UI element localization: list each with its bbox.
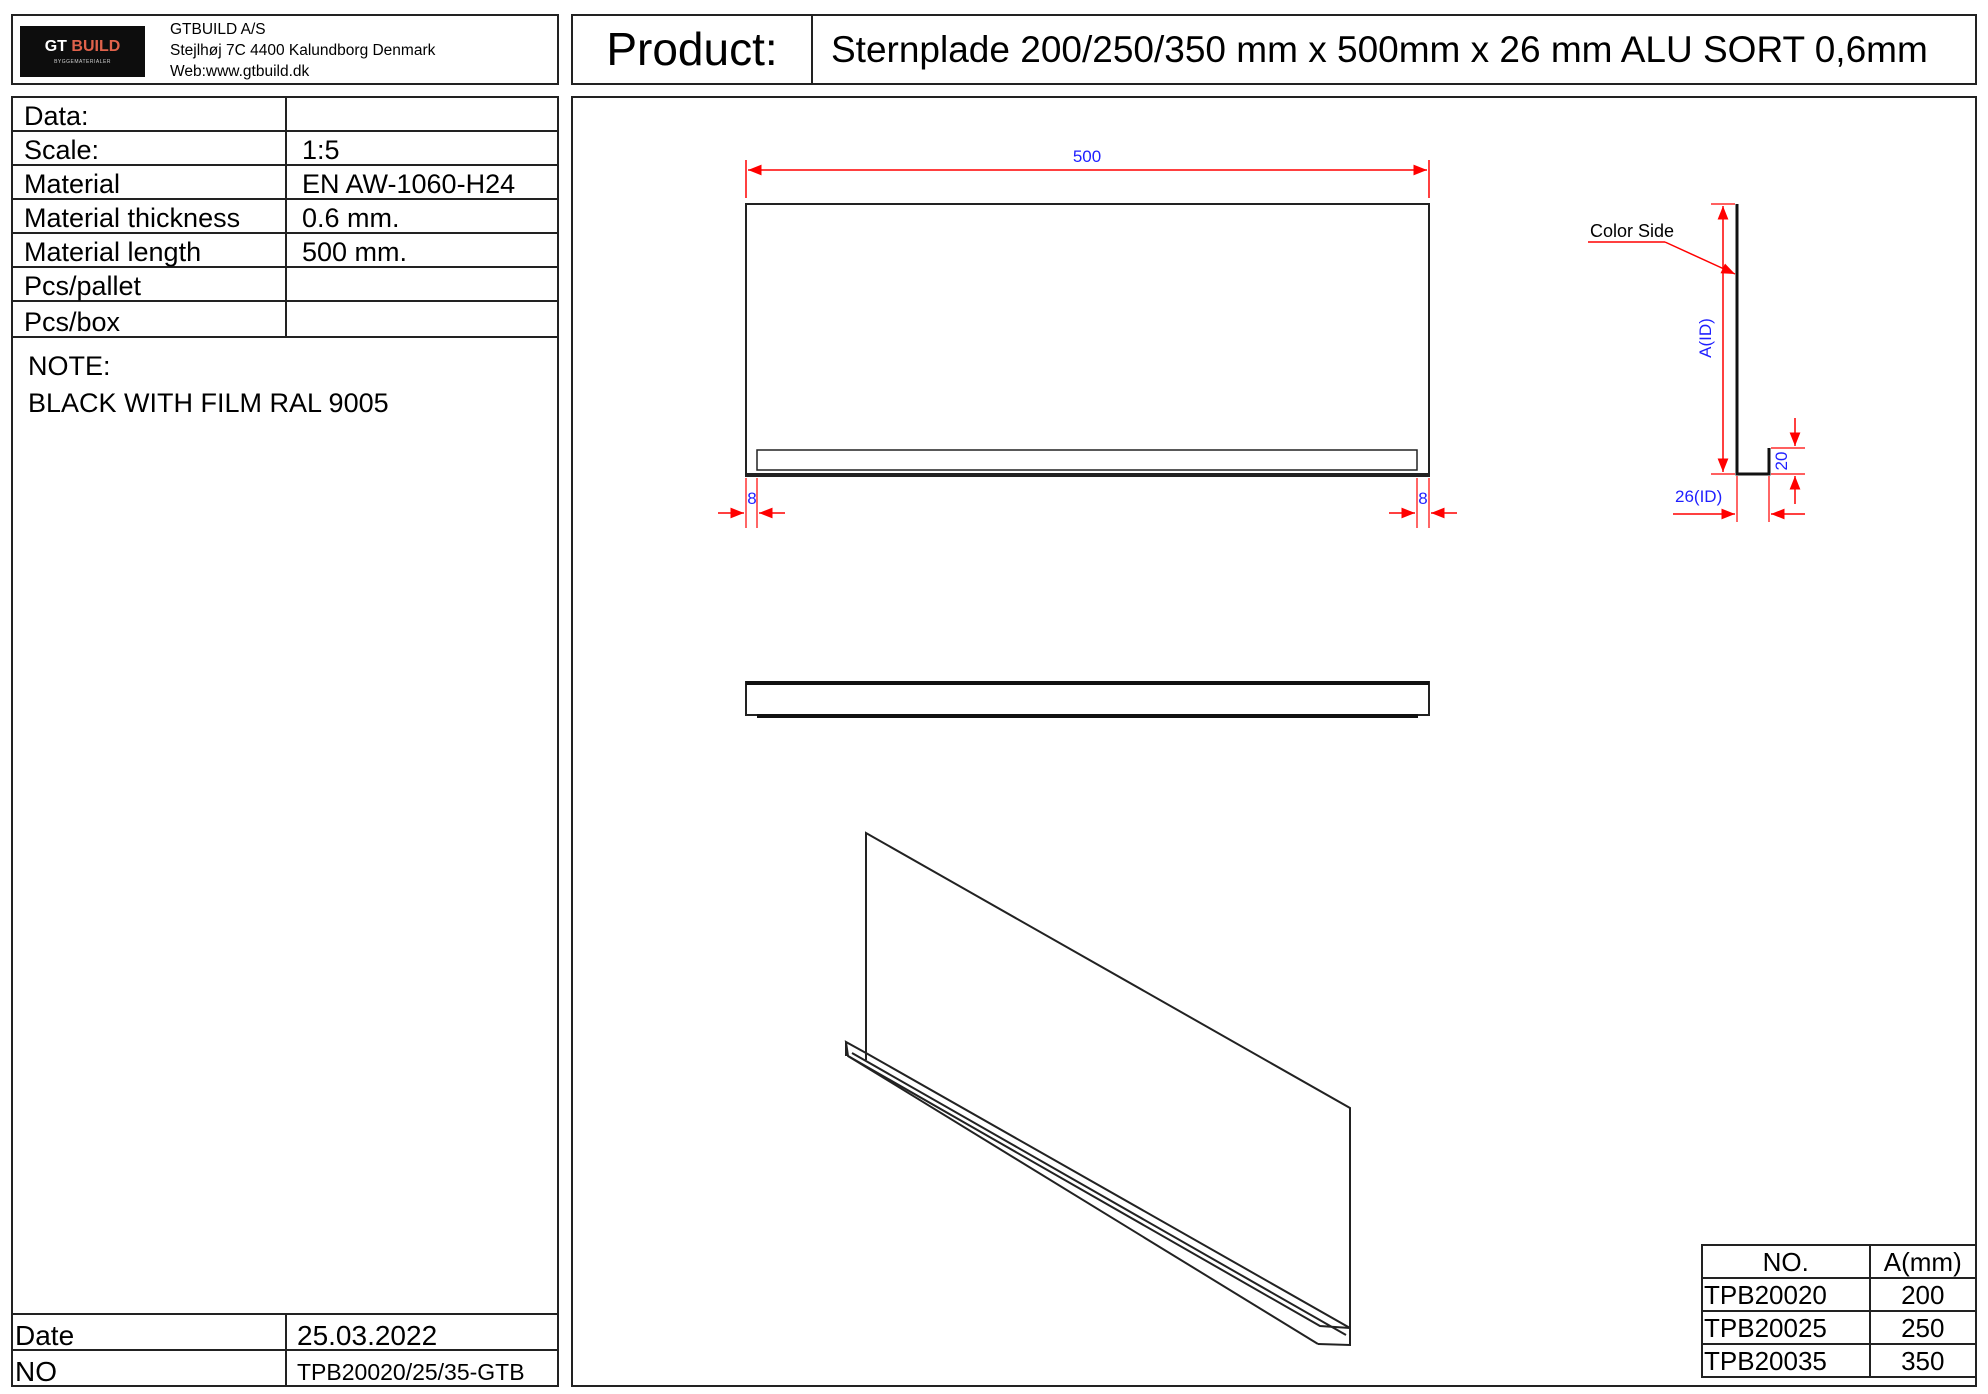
data-panel: Data: Scale: 1:5 Material EN AW-1060-H24…	[11, 96, 559, 1387]
data-row-material: Material EN AW-1060-H24	[13, 166, 557, 200]
data-key: Pcs/box	[24, 307, 121, 337]
date-label: Date	[15, 1320, 75, 1351]
end-dimensions: 8 8	[718, 478, 1457, 528]
variant-a: 250	[1868, 1310, 1978, 1345]
dim-left-end-label: 8	[747, 489, 756, 508]
dim-length-label: 500	[1073, 147, 1101, 166]
company-web: Web:www.gtbuild.dk	[170, 63, 310, 80]
length-dimension: 500	[745, 147, 1430, 198]
product-header: Product: Sternplade 200/250/350 mm x 500…	[571, 14, 1977, 85]
dim-depth-label: 26(ID)	[1675, 487, 1722, 506]
product-name: Sternplade 200/250/350 mm x 500mm x 26 m…	[831, 29, 1928, 70]
top-view-outline	[745, 681, 1430, 716]
data-key: Material thickness	[24, 203, 241, 233]
variant-row: TPB20035 350	[1701, 1343, 1978, 1378]
data-key: Material	[24, 169, 121, 199]
data-row-scale: Scale: 1:5	[13, 132, 557, 166]
variant-a: 200	[1868, 1277, 1978, 1312]
variant-table: NO. A(mm) TPB20020 200 TPB20025 250 TPB2…	[1701, 1244, 1978, 1378]
company-logo: GT BUILD BYGGEMATERIALER	[20, 26, 145, 77]
side-profile: Color Side A(ID) 20 26(ID)	[1588, 203, 1805, 522]
variant-no: TPB20020	[1701, 1277, 1871, 1312]
data-row-data: Data:	[13, 98, 557, 132]
data-value: 1:5	[302, 135, 340, 165]
data-value: EN AW-1060-H24	[302, 169, 516, 199]
data-key: Pcs/pallet	[24, 271, 142, 301]
technical-drawing: 500 8 8 Color Side A(ID) 20 26(ID)	[718, 147, 1805, 1347]
date-value: 25.03.2022	[297, 1320, 438, 1351]
variant-a: 350	[1868, 1343, 1978, 1378]
data-value: 500 mm.	[302, 237, 408, 267]
dim-height-label: A(ID)	[1696, 318, 1715, 358]
front-view-outline	[745, 203, 1430, 477]
front-view-lip	[756, 449, 1418, 471]
note-block: NOTE: BLACK WITH FILM RAL 9005	[28, 348, 389, 422]
data-value: 0.6 mm.	[302, 203, 400, 233]
dim-lip-label: 20	[1772, 452, 1791, 471]
drawing-area: 500 8 8 Color Side A(ID) 20 26(ID) NO. A…	[571, 96, 1978, 1387]
front-view	[745, 203, 1430, 477]
data-key: Data:	[24, 101, 89, 131]
footer-row-no: NO TPB20020/25/35-GTB	[13, 1351, 557, 1387]
no-label: NO	[15, 1356, 57, 1387]
data-row-pcs-box: Pcs/box	[13, 302, 557, 338]
logo-text-build: BUILD	[71, 38, 121, 55]
variant-row: TPB20025 250	[1701, 1310, 1978, 1345]
company-address: Stejlhøj 7C 4400 Kalundborg Denmark	[170, 42, 436, 59]
variant-header-no: NO.	[1701, 1244, 1871, 1279]
footer-block: Date 25.03.2022 NO TPB20020/25/35-GTB	[13, 1313, 557, 1387]
variant-no: TPB20025	[1701, 1310, 1871, 1345]
dim-right-end-label: 8	[1418, 489, 1427, 508]
company-info: GTBUILD A/S Stejlhøj 7C 4400 Kalundborg …	[170, 19, 435, 82]
data-row-thickness: Material thickness 0.6 mm.	[13, 200, 557, 234]
no-value: TPB20020/25/35-GTB	[297, 1359, 525, 1385]
product-label: Product:	[573, 16, 813, 83]
company-name: GTBUILD A/S	[170, 21, 266, 38]
note-text: BLACK WITH FILM RAL 9005	[28, 388, 389, 418]
data-row-length: Material length 500 mm.	[13, 234, 557, 268]
logo-text-gt: GT	[44, 38, 67, 55]
iso-face	[865, 831, 1351, 1330]
company-header: GT BUILD BYGGEMATERIALER GTBUILD A/S Ste…	[11, 14, 559, 85]
footer-row-date: Date 25.03.2022	[13, 1315, 557, 1351]
note-title: NOTE:	[28, 351, 111, 381]
variant-row: TPB20020 200	[1701, 1277, 1978, 1312]
logo-subtext: BYGGEMATERIALER	[54, 59, 111, 65]
top-view	[745, 681, 1430, 718]
variant-header-a: A(mm)	[1868, 1244, 1978, 1279]
profile-shape	[1735, 204, 1771, 476]
data-key: Material length	[24, 237, 202, 267]
isometric-view	[844, 831, 1351, 1347]
data-row-pcs-pallet: Pcs/pallet	[13, 268, 557, 302]
data-key: Scale:	[24, 135, 100, 165]
color-side-label: Color Side	[1590, 221, 1674, 241]
variant-no: TPB20035	[1701, 1343, 1871, 1378]
variant-header-row: NO. A(mm)	[1701, 1244, 1978, 1279]
